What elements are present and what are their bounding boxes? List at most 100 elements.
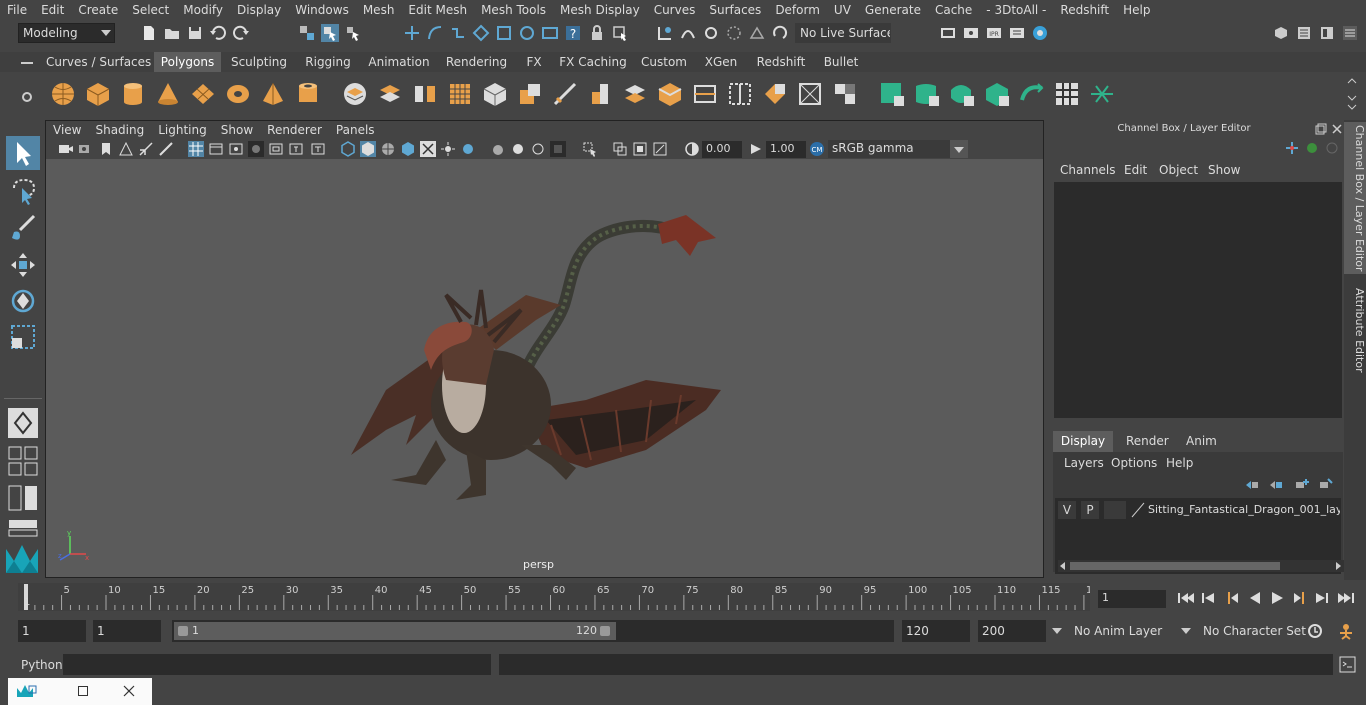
lock-icon[interactable] (588, 24, 606, 42)
play-forwards-icon[interactable] (1272, 592, 1283, 604)
move-layer-down-icon[interactable] (1268, 477, 1284, 491)
menu-file[interactable]: File (0, 0, 34, 20)
current-frame-field[interactable]: 1 (1098, 590, 1166, 608)
gate-mask-icon[interactable] (248, 141, 264, 157)
menu-display[interactable]: Display (230, 0, 288, 20)
snap-point-icon[interactable] (449, 24, 467, 42)
viewport-menu-panels[interactable]: Panels (329, 123, 382, 137)
tab-channel-box-layer-editor[interactable]: Channel Box / Layer Editor (1344, 122, 1366, 274)
chevron-down-icon[interactable] (1052, 628, 1062, 634)
wireframe-on-shaded-icon[interactable] (380, 141, 396, 157)
color-management-icon[interactable]: CM (809, 141, 825, 157)
menu-uv[interactable]: UV (827, 0, 858, 20)
tab-render[interactable]: Render (1126, 434, 1169, 448)
shelf-options-gear-icon[interactable] (20, 90, 34, 104)
gamma-field[interactable]: 1.00 (766, 141, 806, 158)
scroll-left-icon[interactable] (1060, 562, 1065, 570)
layer-color-swatch-icon[interactable] (1130, 501, 1146, 519)
exposure-icon[interactable] (684, 141, 700, 157)
shelf-scroll-icon[interactable] (1346, 76, 1358, 110)
snap-vertex-icon[interactable] (518, 24, 536, 42)
menu-surfaces[interactable]: Surfaces (702, 0, 768, 20)
channel-edit-menu[interactable]: Edit (1124, 163, 1147, 177)
append-polygon-icon[interactable] (691, 80, 719, 108)
live-surface-field[interactable]: No Live Surface (795, 23, 891, 43)
play-backwards-icon[interactable] (1250, 592, 1260, 604)
viewport-menu-renderer[interactable]: Renderer (260, 123, 329, 137)
menu-cache[interactable]: Cache (928, 0, 979, 20)
viewport-menu-shading[interactable]: Shading (88, 123, 151, 137)
script-editor-icon[interactable] (1339, 656, 1356, 673)
unfold-uv-icon[interactable] (1018, 80, 1046, 108)
layer-name[interactable]: Sitting_Fantastical_Dragon_001_layer (1148, 503, 1340, 516)
smooth-icon[interactable] (446, 80, 474, 108)
new-layer-icon[interactable] (1294, 477, 1310, 491)
select-tool-icon[interactable] (6, 136, 40, 170)
cut-uv-icon[interactable] (1088, 80, 1116, 108)
open-scene-icon[interactable] (163, 24, 181, 42)
viewport-menu-lighting[interactable]: Lighting (151, 123, 214, 137)
poly-cone-icon[interactable] (154, 80, 182, 108)
tab-custom[interactable]: Custom (638, 52, 690, 72)
tab-xgen[interactable]: XGen (700, 52, 742, 72)
menu-mesh[interactable]: Mesh (356, 0, 402, 20)
camera-attributes-icon[interactable] (78, 141, 94, 157)
save-scene-icon[interactable] (186, 24, 204, 42)
redo-icon[interactable] (232, 24, 250, 42)
resolution-gate-icon[interactable] (228, 141, 244, 157)
single-pane-layout-icon[interactable] (8, 408, 38, 438)
close-panel-icon[interactable] (1331, 123, 1343, 135)
viewport-menu-view[interactable]: View (46, 123, 88, 137)
graph-layout-icon[interactable] (8, 518, 38, 538)
poly-pyramid-icon[interactable] (259, 80, 287, 108)
playback-end-field[interactable]: 120 (902, 620, 970, 642)
speed-icon[interactable] (1304, 140, 1320, 156)
gamma-icon[interactable] (748, 141, 764, 157)
extrude-icon[interactable] (586, 80, 614, 108)
snap-to-curves-icon[interactable] (679, 24, 697, 42)
layer-scrollbar[interactable] (1058, 560, 1344, 572)
poly-torus-icon[interactable] (224, 80, 252, 108)
new-layer-selected-icon[interactable] (1318, 477, 1334, 491)
restore-window-icon[interactable] (77, 685, 89, 697)
scale-tool-icon[interactable] (8, 322, 38, 352)
grease-pencil-icon[interactable] (138, 141, 154, 157)
tool-settings-toggle-icon[interactable] (1318, 24, 1336, 42)
tab-sculpting[interactable]: Sculpting (227, 52, 291, 72)
chevron-down-icon[interactable] (1181, 628, 1191, 634)
viewport-canvas[interactable]: y x z persp (46, 160, 1043, 577)
lasso-tool-icon[interactable] (8, 176, 38, 206)
shelf-menu-icon[interactable] (20, 58, 34, 68)
extract-icon[interactable] (411, 80, 439, 108)
image-plane-icon[interactable] (118, 141, 134, 157)
menu-deform[interactable]: Deform (768, 0, 827, 20)
paint-select-tool-icon[interactable] (8, 212, 38, 242)
step-forward-icon[interactable] (1316, 593, 1328, 603)
select-component-icon[interactable] (344, 24, 362, 42)
poly-cylinder-icon[interactable] (119, 80, 147, 108)
mirror-icon[interactable] (481, 80, 509, 108)
layer-help-menu[interactable]: Help (1166, 456, 1193, 470)
use-all-lights-icon[interactable] (420, 141, 436, 157)
layer-visibility-toggle[interactable]: V (1058, 501, 1076, 519)
isolate-select-icon[interactable] (550, 141, 566, 157)
bridge-icon[interactable] (621, 80, 649, 108)
step-back-key-icon[interactable] (1228, 592, 1238, 604)
render-settings-icon[interactable] (939, 24, 957, 42)
safe-title-icon[interactable] (310, 141, 326, 157)
snap-to-projected-center-icon[interactable] (725, 24, 743, 42)
tab-rendering[interactable]: Rendering (443, 52, 510, 72)
command-language-label[interactable]: Python (21, 658, 63, 672)
multi-cut-icon[interactable] (551, 80, 579, 108)
multisample-aa-icon[interactable] (510, 141, 526, 157)
tab-curves-surfaces[interactable]: Curves / Surfaces (46, 52, 151, 72)
attribute-editor-toggle-icon[interactable] (1295, 24, 1313, 42)
four-pane-layout-icon[interactable] (8, 446, 38, 476)
smooth-shade-icon[interactable] (360, 141, 376, 157)
poly-sphere-icon[interactable] (49, 80, 77, 108)
menu-3dtoall[interactable]: - 3DtoAll - (979, 0, 1053, 20)
snap-to-grids-icon[interactable] (656, 24, 674, 42)
render-view-icon[interactable] (541, 24, 559, 42)
mode-selector[interactable]: Modeling (18, 23, 115, 43)
tab-attribute-editor[interactable]: Attribute Editor (1344, 282, 1366, 378)
